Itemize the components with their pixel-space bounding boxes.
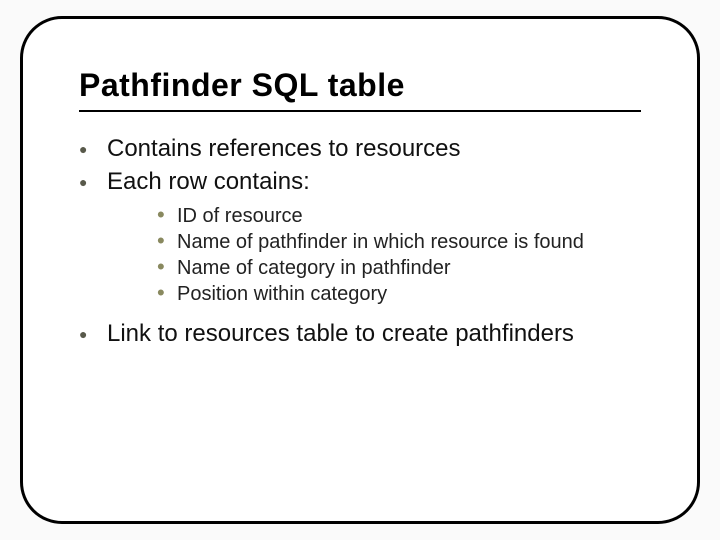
sub-bullet-text: ID of resource — [177, 205, 303, 227]
slide-title: Pathfinder SQL table — [79, 67, 641, 112]
bullet-item: Each row contains: ID of resource Name o… — [79, 167, 641, 308]
slide-frame: Pathfinder SQL table Contains references… — [20, 16, 700, 524]
sub-bullet-text: Position within category — [177, 283, 387, 305]
bullet-text: Link to resources table to create pathfi… — [107, 320, 574, 347]
bullet-text: Contains references to resources — [107, 135, 461, 162]
sub-bullet-item: Name of pathfinder in which resource is … — [157, 229, 641, 255]
sub-bullet-item: Position within category — [157, 281, 641, 307]
bullet-text: Each row contains: — [107, 168, 310, 195]
sub-bullet-list: ID of resource Name of pathfinder in whi… — [157, 203, 641, 307]
sub-bullet-item: Name of category in pathfinder — [157, 255, 641, 281]
bullet-item: Contains references to resources — [79, 134, 641, 165]
bullet-item: Link to resources table to create pathfi… — [79, 319, 641, 350]
main-bullet-list: Contains references to resources Each ro… — [79, 134, 641, 350]
sub-bullet-text: Name of category in pathfinder — [177, 257, 451, 279]
sub-bullet-item: ID of resource — [157, 203, 641, 229]
sub-bullet-text: Name of pathfinder in which resource is … — [177, 231, 584, 253]
